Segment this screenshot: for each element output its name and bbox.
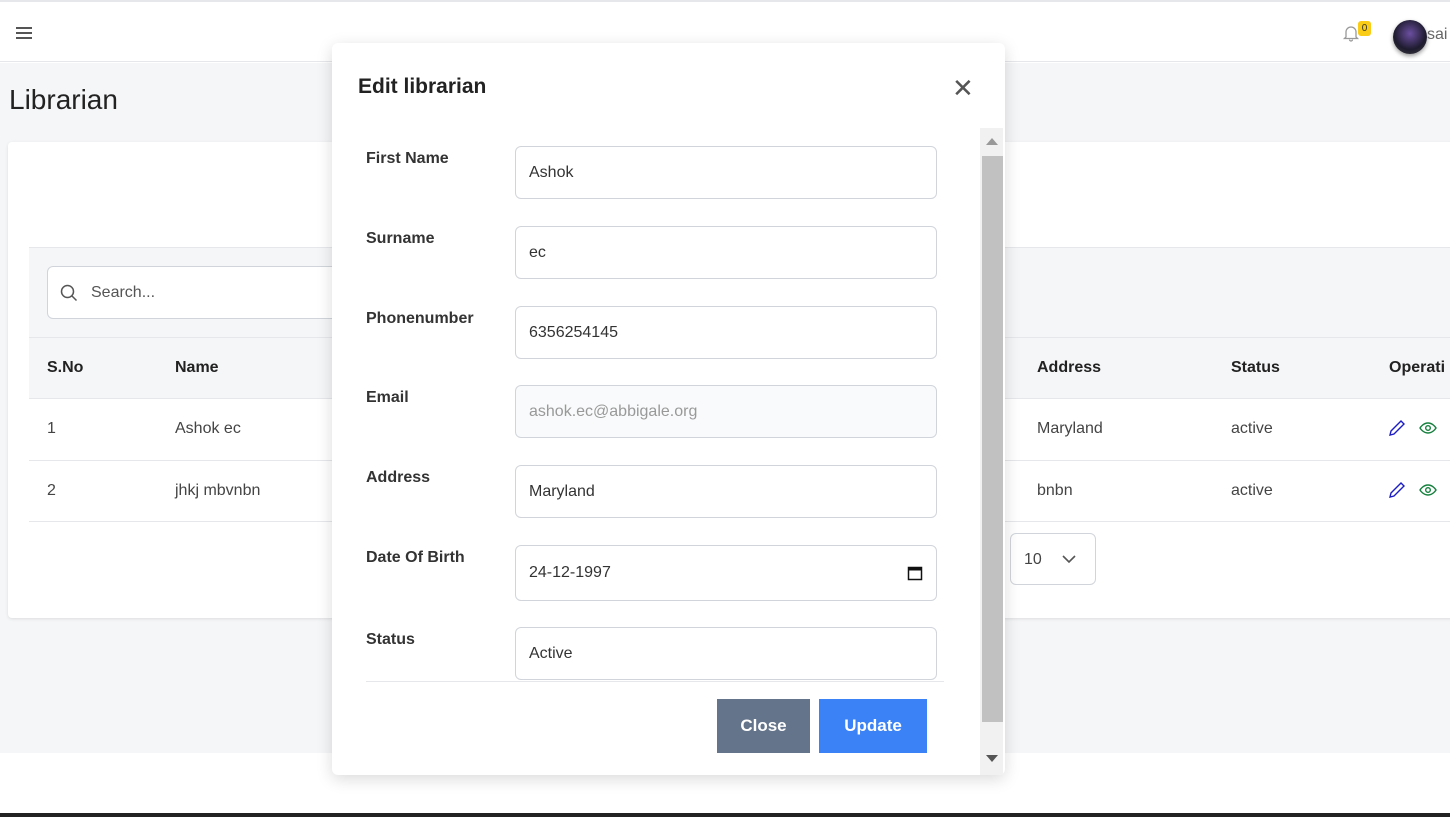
column-header-operations: Operati <box>1389 359 1446 376</box>
cell-name: jhkj mbvnbn <box>175 482 261 499</box>
modal-scrollbar[interactable] <box>980 128 1003 775</box>
close-button[interactable]: Close <box>717 699 810 753</box>
username[interactable]: sai <box>1427 26 1447 44</box>
email-value: ashok.ec@abbigale.org <box>529 402 698 420</box>
first-name-value: Ashok <box>529 163 574 181</box>
dob-value: 24-12-1997 <box>529 564 611 581</box>
cell-sno: 1 <box>47 420 56 437</box>
status-value: Active <box>529 644 573 662</box>
scrollbar-thumb[interactable] <box>982 156 1003 722</box>
page-size-value: 10 <box>1024 551 1042 568</box>
column-header-sno: S.No <box>47 359 84 376</box>
first-name-input[interactable]: Ashok <box>515 146 937 199</box>
search-placeholder: Search... <box>91 284 156 301</box>
column-header-name: Name <box>175 359 219 376</box>
page-title: Librarian <box>9 84 118 115</box>
cell-address: Maryland <box>1037 420 1103 437</box>
calendar-icon[interactable] <box>907 565 923 581</box>
search-input[interactable]: Search... <box>47 266 347 319</box>
footer-divider <box>366 681 944 682</box>
cell-status: active <box>1231 482 1273 499</box>
page-size-select[interactable]: 10 <box>1010 533 1096 585</box>
address-label: Address <box>366 469 431 486</box>
column-header-status: Status <box>1231 359 1280 376</box>
surname-input[interactable]: ec <box>515 226 937 279</box>
scroll-up-arrow-icon[interactable] <box>986 138 998 145</box>
scroll-down-arrow-icon[interactable] <box>986 755 998 762</box>
address-input[interactable]: Maryland <box>515 465 937 518</box>
modal-title: Edit librarian <box>358 75 487 98</box>
notification-badge: 0 <box>1358 21 1371 36</box>
status-label: Status <box>366 631 415 648</box>
eye-icon[interactable] <box>1419 482 1437 498</box>
dob-input[interactable]: 24-12-1997 <box>515 545 937 601</box>
edit-icon[interactable] <box>1388 419 1406 437</box>
surname-value: ec <box>529 243 546 261</box>
status-input[interactable]: Active <box>515 627 937 680</box>
eye-icon[interactable] <box>1419 420 1437 436</box>
avatar[interactable] <box>1393 20 1427 54</box>
cell-address: bnbn <box>1037 482 1073 499</box>
cell-sno: 2 <box>47 482 56 499</box>
bottom-border <box>0 813 1450 817</box>
dob-label: Date Of Birth <box>366 549 465 566</box>
cell-name: Ashok ec <box>175 420 241 437</box>
phone-label: Phonenumber <box>366 310 474 327</box>
phone-input[interactable]: 6356254145 <box>515 306 937 359</box>
email-input[interactable]: ashok.ec@abbigale.org <box>515 385 937 438</box>
hamburger-icon[interactable] <box>16 27 32 29</box>
close-icon[interactable]: ✕ <box>952 73 974 104</box>
phone-value: 6356254145 <box>529 323 618 341</box>
edit-icon[interactable] <box>1388 481 1406 499</box>
edit-librarian-modal: Edit librarian ✕ First Name Ashok Surnam… <box>332 43 1005 775</box>
address-value: Maryland <box>529 482 595 500</box>
chevron-down-icon <box>1062 555 1076 564</box>
column-header-address: Address <box>1037 359 1102 376</box>
search-icon <box>60 284 78 302</box>
surname-label: Surname <box>366 230 435 247</box>
update-button[interactable]: Update <box>819 699 927 753</box>
first-name-label: First Name <box>366 150 449 167</box>
email-label: Email <box>366 389 409 406</box>
cell-status: active <box>1231 420 1273 437</box>
